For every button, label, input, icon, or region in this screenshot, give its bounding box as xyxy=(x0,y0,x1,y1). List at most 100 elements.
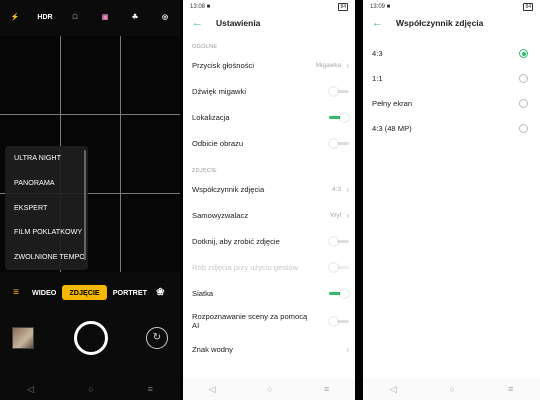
mode-portrait[interactable]: PORTRET xyxy=(107,288,150,297)
location-toggle[interactable] xyxy=(329,112,349,122)
camera-screen: ⚡ HDR □ ▣ ☘ ◎ ULTRA NIGHT PANORAMA EKSPE… xyxy=(0,0,180,400)
mirror-row[interactable]: Odbicie obrazu xyxy=(183,130,355,156)
menu-icon[interactable]: ≡ xyxy=(6,287,26,298)
shutter-button[interactable] xyxy=(74,321,108,355)
status-time: 13:08 ■ xyxy=(190,4,211,10)
back-arrow-icon[interactable]: ← xyxy=(372,17,383,29)
section-general: OGÓLNE xyxy=(192,44,218,50)
row-label: Rozpoznawanie sceny za pomocą AI xyxy=(192,312,308,330)
settings-header: ← Ustawienia xyxy=(183,14,355,32)
page-title: Ustawienia xyxy=(216,18,261,28)
chevron-right-icon: › xyxy=(346,60,349,70)
chevron-right-icon: › xyxy=(346,210,349,220)
filter-color-icon[interactable]: ▣ xyxy=(96,10,114,24)
ratio-option-4-3[interactable]: 4:3 xyxy=(363,41,540,66)
row-value: 4:3 xyxy=(332,185,341,193)
radio-button[interactable] xyxy=(519,99,528,108)
self-timer-row[interactable]: Samowyzwalacz Wył › xyxy=(183,202,355,228)
status-time: 13:09 ■ xyxy=(370,4,391,10)
camera-top-bar: ⚡ HDR □ ▣ ☘ ◎ xyxy=(0,8,180,26)
status-bar: 13:08 ■ 84 xyxy=(183,0,355,14)
ratio-option-48mp[interactable]: 4:3 (48 MP) xyxy=(363,116,540,141)
shutter-sound-row[interactable]: Dźwięk migawki xyxy=(183,78,355,104)
hdr-toggle[interactable]: HDR xyxy=(36,10,54,24)
recents-nav-icon[interactable]: ≡ xyxy=(324,384,329,394)
chevron-right-icon: › xyxy=(346,344,349,354)
ratio-option-1-1[interactable]: 1:1 xyxy=(363,66,540,91)
grid-line xyxy=(0,114,180,115)
photo-ratio-row[interactable]: Współczynnik zdjęcia 4:3 › xyxy=(183,176,355,202)
row-value: Migawka xyxy=(315,61,341,69)
system-nav-bar: ◁ ○ ≡ xyxy=(183,378,355,400)
system-nav-bar: ◁ ○ ≡ xyxy=(363,378,540,400)
mode-bar: ≡ WIDEO ZDJĘCIE PORTRET ❀ xyxy=(0,284,180,300)
beauty-icon[interactable]: ☘ xyxy=(126,10,144,24)
mode-slow-motion[interactable]: ZWOLNIONE TEMPO xyxy=(5,245,88,270)
row-value: Wył xyxy=(330,211,341,219)
menu-scrollbar[interactable] xyxy=(84,150,86,260)
option-label: 1:1 xyxy=(372,74,383,83)
grid-line xyxy=(120,36,121,272)
system-nav-bar: ◁ ○ ≡ xyxy=(0,378,180,400)
tap-to-shoot-row[interactable]: Dotknij, aby zrobić zdjęcie xyxy=(183,228,355,254)
mode-video[interactable]: WIDEO xyxy=(26,288,62,297)
mirror-toggle[interactable] xyxy=(329,138,349,148)
row-label: Lokalizacja xyxy=(192,112,230,122)
recents-nav-icon[interactable]: ≡ xyxy=(148,384,153,394)
grid-toggle[interactable] xyxy=(329,288,349,298)
settings-icon[interactable]: ◎ xyxy=(156,10,174,24)
back-nav-icon[interactable]: ◁ xyxy=(390,384,397,395)
option-label: 4:3 (48 MP) xyxy=(372,124,412,133)
row-label: Przycisk głośności xyxy=(192,60,255,70)
page-title: Współczynnik zdjęcia xyxy=(396,18,484,28)
chevron-right-icon: › xyxy=(346,184,349,194)
home-nav-icon[interactable]: ○ xyxy=(267,384,272,394)
ratio-header: ← Współczynnik zdjęcia xyxy=(363,14,540,32)
volume-button-row[interactable]: Przycisk głośności Migawka › xyxy=(183,52,355,78)
mode-ultra-night[interactable]: ULTRA NIGHT xyxy=(5,146,88,171)
photo-ratio-screen: 13:09 ■ 84 ← Współczynnik zdjęcia 4:3 1:… xyxy=(363,0,540,400)
row-label: Znak wodny xyxy=(192,344,233,354)
gesture-toggle xyxy=(329,262,349,272)
flash-icon[interactable]: ⚡ xyxy=(6,10,24,24)
back-nav-icon[interactable]: ◁ xyxy=(209,384,216,395)
option-label: Pełny ekran xyxy=(372,99,413,108)
switch-camera-icon[interactable]: ↻ xyxy=(146,327,168,349)
recents-nav-icon[interactable]: ≡ xyxy=(508,384,513,394)
radio-button[interactable] xyxy=(519,124,528,133)
ai-scene-row[interactable]: Rozpoznawanie sceny za pomocą AI xyxy=(183,306,355,336)
gallery-thumbnail[interactable] xyxy=(12,327,34,349)
row-label: Dźwięk migawki xyxy=(192,86,247,96)
back-arrow-icon[interactable]: ← xyxy=(192,17,203,29)
mode-expert[interactable]: EKSPERT xyxy=(5,196,88,221)
mode-panorama[interactable]: PANORAMA xyxy=(5,171,88,196)
watermark-row[interactable]: Znak wodny › xyxy=(183,336,355,362)
ratio-option-full-screen[interactable]: Pełny ekran xyxy=(363,91,540,116)
radio-button[interactable] xyxy=(519,49,528,58)
row-label: Odbicie obrazu xyxy=(192,138,244,148)
radio-button[interactable] xyxy=(519,74,528,83)
grid-row[interactable]: Siatka xyxy=(183,280,355,306)
settings-screen: 13:08 ■ 84 ← Ustawienia OGÓLNE Przycisk … xyxy=(183,0,355,400)
home-nav-icon[interactable]: ○ xyxy=(450,384,455,394)
home-nav-icon[interactable]: ○ xyxy=(88,384,93,394)
mode-photo[interactable]: ZDJĘCIE xyxy=(62,284,107,300)
more-modes-menu: ULTRA NIGHT PANORAMA EKSPERT FILM POKLAT… xyxy=(5,146,88,270)
row-label: Dotknij, aby zrobić zdjęcie xyxy=(192,236,280,246)
ai-scene-toggle[interactable] xyxy=(329,316,349,326)
row-label: Współczynnik zdjęcia xyxy=(192,184,265,194)
aspect-ratio-icon[interactable]: □ xyxy=(66,10,84,24)
location-row[interactable]: Lokalizacja xyxy=(183,104,355,130)
battery-icon: 84 xyxy=(523,3,533,11)
option-label: 4:3 xyxy=(372,49,383,58)
filter-icon[interactable]: ❀ xyxy=(150,287,170,298)
tap-to-shoot-toggle[interactable] xyxy=(329,236,349,246)
section-photo: ZDJĘCIE xyxy=(192,168,218,174)
battery-icon: 84 xyxy=(338,3,348,11)
gesture-shoot-row: Rób zdjęcia przy użyciu gestów xyxy=(183,254,355,280)
status-bar: 13:09 ■ 84 xyxy=(363,0,540,14)
mode-timelapse[interactable]: FILM POKLATKOWY xyxy=(5,220,88,245)
back-nav-icon[interactable]: ◁ xyxy=(27,384,34,395)
row-label: Siatka xyxy=(192,288,214,298)
shutter-sound-toggle[interactable] xyxy=(329,86,349,96)
